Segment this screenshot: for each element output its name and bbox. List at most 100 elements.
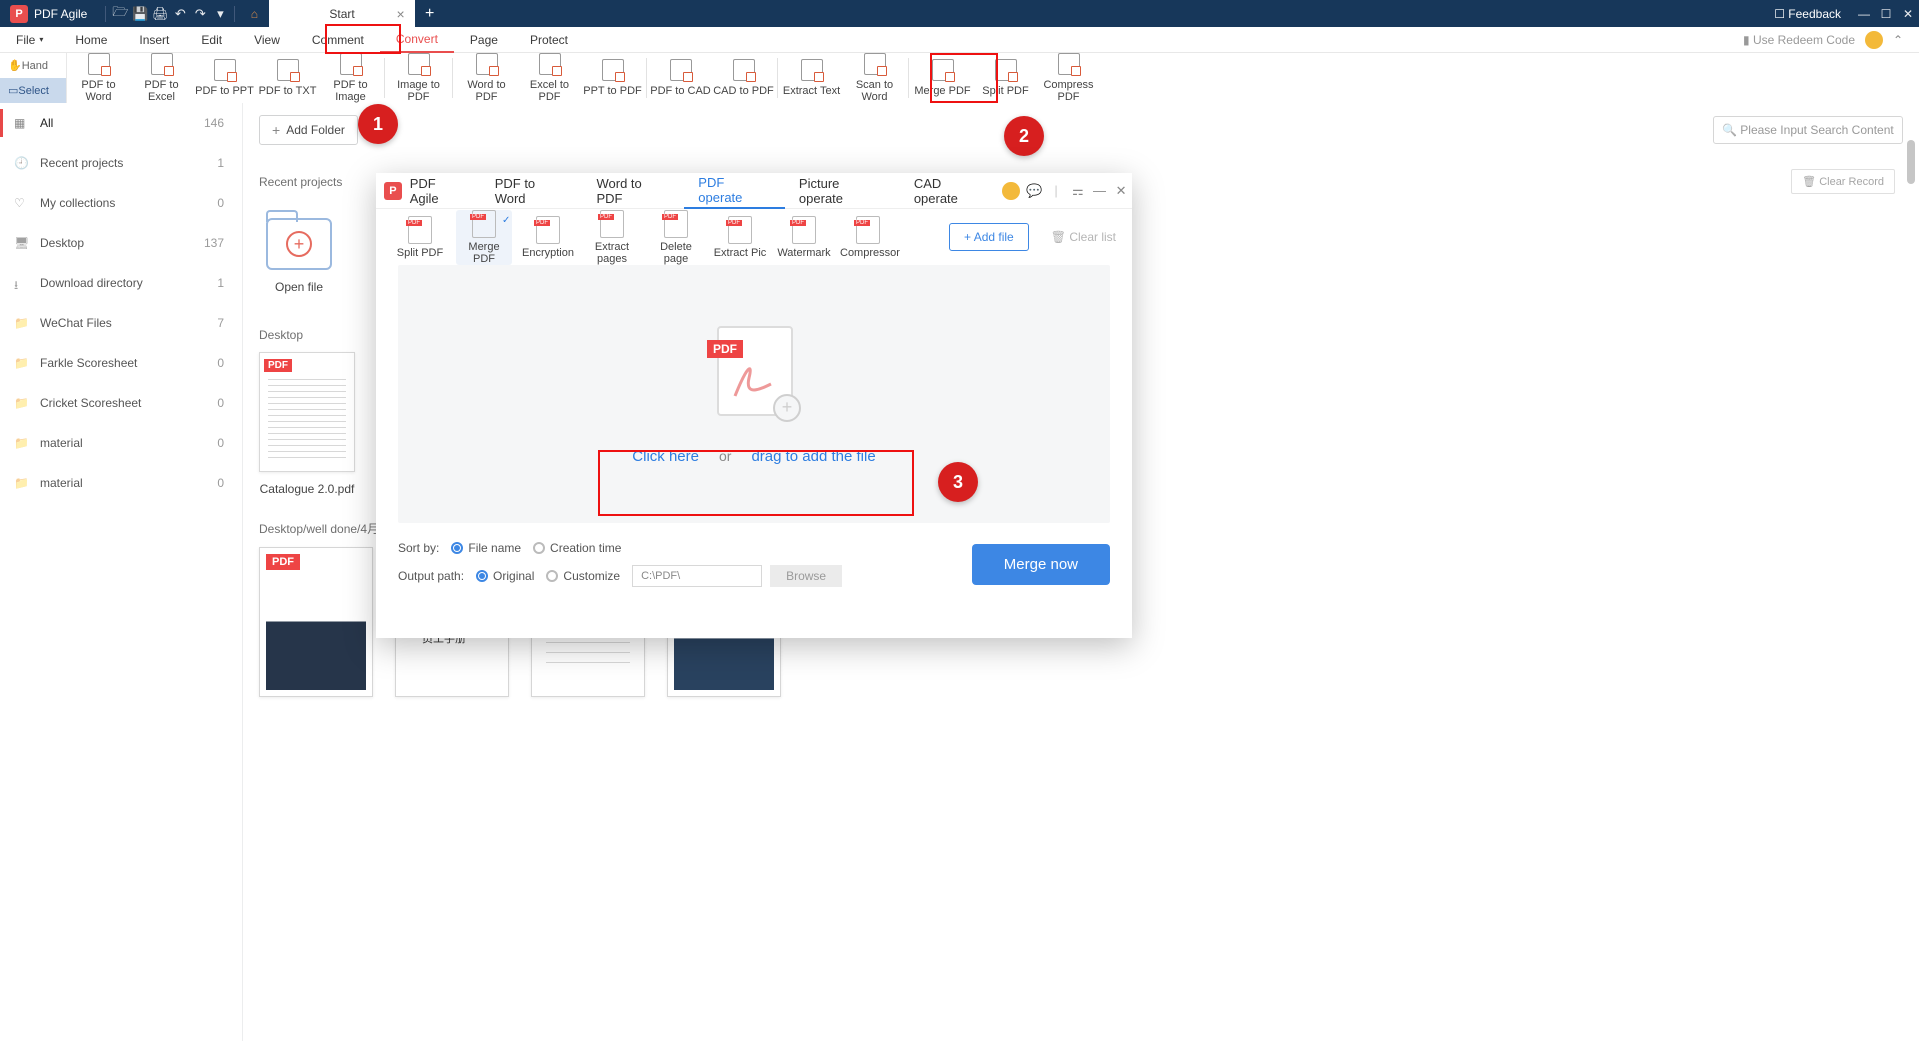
scrollbar-thumb[interactable]: [1907, 140, 1915, 184]
sidebar-item-recent-projects[interactable]: 🕘Recent projects1: [0, 143, 242, 183]
dialog-tab-picture-operate[interactable]: Picture operate: [785, 173, 900, 209]
dialog-settings-icon[interactable]: ⚎: [1067, 183, 1089, 199]
sidebar-item-wechat-files[interactable]: 📁WeChat Files7: [0, 303, 242, 343]
sidebar-item-material[interactable]: 📁material0: [0, 463, 242, 503]
output-path-input[interactable]: C:\PDF\: [632, 565, 762, 587]
menu-page[interactable]: Page: [454, 27, 514, 53]
dialog-close-icon[interactable]: ✕: [1110, 183, 1132, 199]
menu-insert[interactable]: Insert: [123, 27, 185, 53]
print-icon[interactable]: 🖨: [150, 6, 170, 22]
ribbon-ppt-to-pdf[interactable]: PPT to PDF: [581, 59, 644, 97]
search-input[interactable]: Please Input Search Content: [1713, 116, 1903, 144]
clear-list-button[interactable]: 🗑 Clear list: [1051, 230, 1116, 244]
ribbon-word-to-pdf[interactable]: Word to PDF: [455, 53, 518, 103]
dialog-tab-pdf-operate[interactable]: PDF operate: [684, 173, 785, 209]
add-file-button[interactable]: Add file: [949, 223, 1029, 251]
op-extract-pic[interactable]: Extract Pic: [712, 216, 768, 259]
save-icon[interactable]: 💾: [130, 6, 150, 22]
menu-view[interactable]: View: [238, 27, 296, 53]
file-tile-catalogue[interactable]: PDF Catalogue 2.0.pdf: [259, 352, 355, 496]
dialog-chat-icon[interactable]: 💬: [1024, 183, 1046, 199]
dialog-avatar-icon[interactable]: [1002, 182, 1020, 200]
op-compressor[interactable]: Compressor: [840, 216, 896, 259]
home-icon[interactable]: ⌂: [239, 7, 269, 21]
ribbon-pdf-to-word[interactable]: PDF to Word: [67, 53, 130, 103]
open-icon[interactable]: 🗁: [110, 3, 130, 25]
highlight-box-convert: [325, 24, 401, 54]
ribbon-pdf-to-cad[interactable]: PDF to CAD: [649, 59, 712, 97]
radio-file-name[interactable]: File name: [451, 541, 521, 555]
feedback-link[interactable]: ☐ Feedback: [1774, 7, 1841, 21]
file-thumb-1[interactable]: PDF: [259, 547, 373, 697]
callout-2: 2: [1004, 116, 1044, 156]
qat-dropdown-icon[interactable]: ▾: [210, 6, 230, 22]
ribbon-pdf-to-excel[interactable]: PDF to Excel: [130, 53, 193, 103]
tab-label: Start: [329, 7, 354, 21]
minimize-button[interactable]: —: [1853, 7, 1875, 21]
account-caret-icon[interactable]: ⌃: [1893, 33, 1913, 47]
ribbon-pdf-to-ppt[interactable]: PDF to PPT: [193, 59, 256, 97]
add-folder-button[interactable]: Add Folder: [259, 115, 358, 145]
dialog-minimize-icon[interactable]: —: [1089, 183, 1111, 198]
dialog-logo-icon: P: [384, 182, 402, 200]
sidebar-item-all[interactable]: ▦All146: [0, 103, 242, 143]
close-window-button[interactable]: ✕: [1897, 7, 1919, 21]
op-merge-pdf[interactable]: Merge PDF: [456, 210, 512, 265]
callout-3: 3: [938, 462, 978, 502]
ribbon-pdf-to-image[interactable]: PDF to Image: [319, 53, 382, 103]
sidebar-item-my-collections[interactable]: ♡My collections0: [0, 183, 242, 223]
menu-home[interactable]: Home: [59, 27, 123, 53]
pdf-operate-dialog: P PDF Agile PDF to Word Word to PDF PDF …: [376, 173, 1132, 638]
dialog-tab-pdf-to-word[interactable]: PDF to Word: [481, 173, 583, 209]
sidebar-item-desktop[interactable]: 🖥Desktop137: [0, 223, 242, 263]
op-extract-pages[interactable]: Extract pages: [584, 210, 640, 265]
highlight-box-merge: [930, 53, 998, 103]
op-encryption[interactable]: Encryption: [520, 216, 576, 259]
browse-button[interactable]: Browse: [770, 565, 842, 587]
dialog-tab-cad-operate[interactable]: CAD operate: [900, 173, 1002, 209]
ribbon-cad-to-pdf[interactable]: CAD to PDF: [712, 59, 775, 97]
menu-file[interactable]: File: [0, 27, 59, 53]
section-recent-label: Recent projects: [259, 175, 342, 189]
radio-original[interactable]: Original: [476, 569, 534, 583]
undo-icon[interactable]: ↶: [170, 6, 190, 22]
redo-icon[interactable]: ↷: [190, 6, 210, 22]
hand-tool[interactable]: ✋ Hand: [0, 53, 66, 78]
ribbon-compress-pdf[interactable]: Compress PDF: [1037, 53, 1100, 103]
open-file-label: Open file: [259, 280, 339, 294]
redeem-code-link[interactable]: ▮ Use Redeem Code: [1743, 33, 1855, 47]
dialog-brand: PDF Agile: [410, 176, 467, 206]
maximize-button[interactable]: ☐: [1875, 7, 1897, 21]
sidebar-item-cricket-scoresheet[interactable]: 📁Cricket Scoresheet0: [0, 383, 242, 423]
radio-customize[interactable]: Customize: [546, 569, 620, 583]
titlebar: P PDF Agile 🗁 💾 🖨 ↶ ↷ ▾ ⌂ Start × + ☐ Fe…: [0, 0, 1919, 27]
new-tab-button[interactable]: +: [415, 5, 445, 23]
dialog-tab-word-to-pdf[interactable]: Word to PDF: [583, 173, 685, 209]
ribbon-excel-to-pdf[interactable]: Excel to PDF: [518, 53, 581, 103]
menu-protect[interactable]: Protect: [514, 27, 584, 53]
close-tab-icon[interactable]: ×: [397, 6, 405, 22]
merge-now-button[interactable]: Merge now: [972, 544, 1110, 585]
ribbon-extract-text[interactable]: Extract Text: [780, 59, 843, 97]
highlight-box-drop: [598, 450, 914, 516]
sidebar-item-material[interactable]: 📁material0: [0, 423, 242, 463]
ribbon-image-to-pdf[interactable]: Image to PDF: [387, 53, 450, 103]
app-logo-icon: P: [10, 5, 28, 23]
sidebar-item-farkle-scoresheet[interactable]: 📁Farkle Scoresheet0: [0, 343, 242, 383]
op-split-pdf[interactable]: Split PDF: [392, 216, 448, 259]
clear-record-button[interactable]: 🗑 Clear Record: [1791, 169, 1895, 194]
section-desktop-label: Desktop: [259, 328, 303, 342]
op-delete-page[interactable]: Delete page: [648, 210, 704, 265]
op-watermark[interactable]: Watermark: [776, 216, 832, 259]
open-file-tile[interactable]: + Open file: [259, 204, 339, 294]
file-label: Catalogue 2.0.pdf: [259, 482, 355, 496]
tab-start[interactable]: Start ×: [269, 0, 414, 27]
radio-creation-time[interactable]: Creation time: [533, 541, 621, 555]
menu-edit[interactable]: Edit: [185, 27, 238, 53]
select-tool[interactable]: ▭ Select: [0, 78, 66, 103]
pdf-drop-icon: PDF +: [709, 324, 799, 420]
ribbon-scan-to-word[interactable]: Scan to Word: [843, 53, 906, 103]
ribbon-pdf-to-txt[interactable]: PDF to TXT: [256, 59, 319, 97]
sidebar-item-download-directory[interactable]: ⭳Download directory1: [0, 263, 242, 303]
avatar-icon[interactable]: [1865, 31, 1883, 49]
